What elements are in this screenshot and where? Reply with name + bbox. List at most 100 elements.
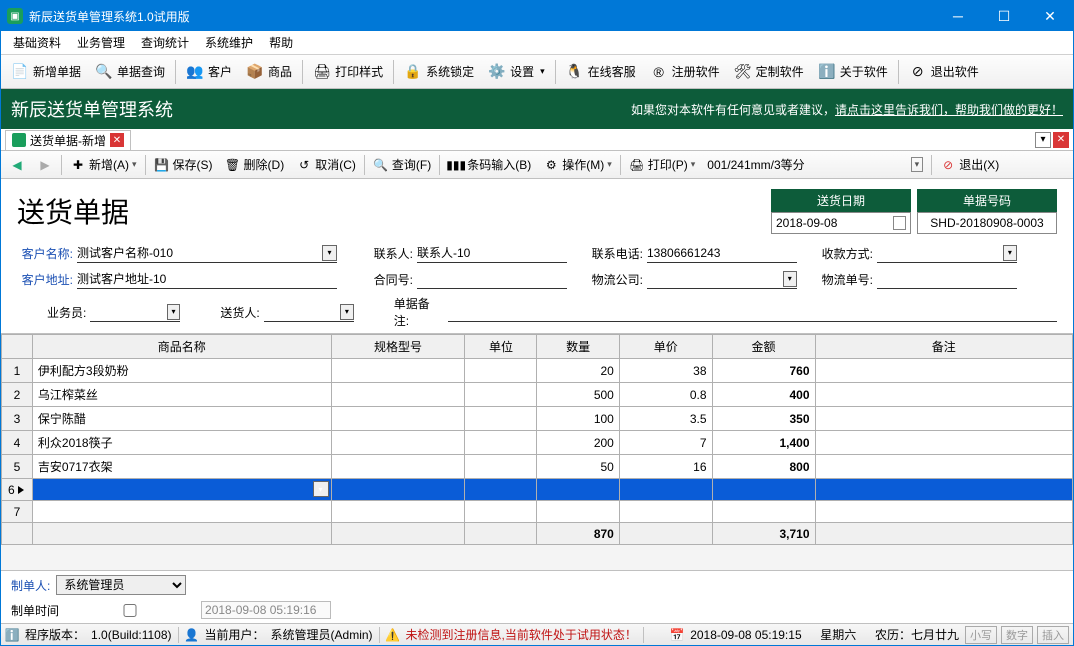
feedback-link[interactable]: 请点击这里告诉我们，帮助我们做的更好！ [835,103,1063,117]
user-value: 系统管理员(Admin) [271,626,373,643]
menu-item-0[interactable]: 基础资料 [5,32,69,53]
tb-label: 系统锁定 [426,63,474,80]
contract-input[interactable] [417,272,567,286]
nav-forward-button[interactable]: ▶ [33,155,57,175]
trackno-input[interactable] [877,272,1017,286]
form-area: 送货单据 送货日期 单据号码 SHD-20180908-0003 客户名称: ▾… [1,179,1073,334]
phone-input[interactable] [647,246,797,260]
toolbar-关于软件[interactable]: ℹ️关于软件 [812,59,894,85]
toolbar-商品[interactable]: 📦商品 [240,59,298,85]
save-button[interactable]: 💾保存(S) [150,154,217,175]
col-header[interactable]: 金额 [712,335,815,359]
tb-icon: 📦 [246,63,264,81]
menu-item-1[interactable]: 业务管理 [69,32,133,53]
tab-delivery-new[interactable]: 送货单据-新增 ✕ [5,130,131,150]
version-value: 1.0(Build:1108) [91,628,172,642]
table-row[interactable]: 1伊利配方3段奶粉2038760 [2,359,1073,383]
user-icon: 👤 [185,628,199,642]
toolbar-定制软件[interactable]: 🛠定制软件 [728,59,810,85]
col-header[interactable]: 单价 [619,335,712,359]
deliverer-dropdown-icon[interactable]: ▾ [340,304,354,320]
print-button[interactable]: 🖨打印(P)▾ [625,154,700,175]
toolbar-客户[interactable]: 👥客户 [180,59,238,85]
toolbar-系统锁定[interactable]: 🔒系统锁定 [398,59,480,85]
exit-label: 退出(X) [959,156,999,173]
menu-item-2[interactable]: 查询统计 [133,32,197,53]
contact-label: 联系人: [337,245,417,262]
logistics-input[interactable] [647,272,781,286]
note-input[interactable] [448,305,1057,319]
cancel-label: 取消(C) [315,156,356,173]
minimize-button[interactable]: ─ [935,1,981,31]
close-button[interactable]: ✕ [1027,1,1073,31]
maketime-checkbox[interactable] [65,604,195,617]
logistics-dropdown-icon[interactable]: ▾ [783,271,797,287]
status-bar: ℹ️ 程序版本： 1.0(Build:1108) 👤 当前用户： 系统管理员(A… [1,623,1073,645]
pay-input[interactable] [877,246,1001,260]
new-label: 新增(A) [89,156,129,173]
toolbar-设置[interactable]: ⚙️设置▾ [482,59,551,85]
deliverer-input[interactable] [264,305,338,319]
delivery-date-box: 送货日期 [771,189,911,234]
items-table[interactable]: 商品名称规格型号单位数量单价金额备注 1伊利配方3段奶粉20387602乌江榨菜… [1,334,1073,545]
tb-label: 注册软件 [672,63,720,80]
address-input[interactable] [77,272,337,286]
maker-select[interactable]: 系统管理员 [56,575,186,595]
menu-item-3[interactable]: 系统维护 [197,32,261,53]
col-header[interactable]: 单位 [465,335,537,359]
table-row-active[interactable]: 6 ▾ [2,479,1073,501]
save-label: 保存(S) [173,156,213,173]
cancel-button[interactable]: ↺取消(C) [292,154,360,175]
new-button[interactable]: ✚新增(A)▾ [66,154,141,175]
customer-dropdown-icon[interactable]: ▾ [322,245,337,261]
tb-icon: ℹ️ [818,63,836,81]
contact-input[interactable] [417,246,567,260]
system-name: 新辰送货单管理系统 [11,96,631,122]
tab-closeall-button[interactable]: ✕ [1053,132,1069,148]
toolbar-打印样式[interactable]: 🖨打印样式 [307,59,389,85]
tab-strip: 送货单据-新增 ✕ ▾ ✕ [1,129,1073,151]
menu-item-4[interactable]: 帮助 [261,32,301,53]
toolbar-注册软件[interactable]: ®注册软件 [644,59,726,85]
query-button[interactable]: 🔍查询(F) [369,154,435,175]
col-header[interactable]: 商品名称 [32,335,331,359]
user-label: 当前用户： [205,626,265,643]
exit-button[interactable]: ⊘退出(X) [936,154,1003,175]
maximize-button[interactable]: ☐ [981,1,1027,31]
table-row[interactable]: 7 [2,501,1073,523]
deliverer-label: 送货人: [220,304,259,321]
barcode-button[interactable]: ▮▮▮条码输入(B) [444,154,535,175]
tab-close-icon[interactable]: ✕ [110,133,124,147]
delete-button[interactable]: 🗑删除(D) [221,154,289,175]
toolbar-在线客服[interactable]: 🐧在线客服 [560,59,642,85]
calendar-icon[interactable] [893,216,906,230]
footer-maker: 制单人: 系统管理员 [1,570,1073,599]
toolbar-退出软件[interactable]: ⊘退出软件 [903,59,985,85]
exit-icon: ⊘ [940,157,956,173]
customer-input[interactable] [77,246,320,260]
col-header[interactable]: 数量 [537,335,619,359]
tab-dropdown-button[interactable]: ▾ [1035,132,1051,148]
delivery-date-input[interactable] [776,216,893,230]
operate-button[interactable]: ⚙操作(M)▾ [539,154,616,175]
toolbar-单据查询[interactable]: 🔍单据查询 [89,59,171,85]
tb-icon: 🐧 [566,63,584,81]
sales-dropdown-icon[interactable]: ▾ [167,304,181,320]
sales-input[interactable] [90,305,164,319]
tb-icon: 🔍 [95,63,113,81]
maketime-input[interactable] [201,601,331,619]
col-header[interactable]: 规格型号 [331,335,465,359]
cell-dropdown-icon[interactable]: ▾ [313,481,329,497]
table-row[interactable]: 2乌江榨菜丝5000.8400 [2,383,1073,407]
pay-dropdown-icon[interactable]: ▾ [1003,245,1017,261]
table-row[interactable]: 4利众2018筷子20071,400 [2,431,1073,455]
table-row[interactable]: 3保宁陈醋1003.5350 [2,407,1073,431]
tb-label: 退出软件 [931,63,979,80]
col-header[interactable]: 备注 [815,335,1073,359]
status-indicator: 数字 [1001,626,1033,644]
print-spec-select[interactable]: 001/241mm/3等分▾ [703,154,927,175]
nav-back-button[interactable]: ◀ [5,155,29,175]
toolbar-新增单据[interactable]: 📄新增单据 [5,59,87,85]
customer-label: 客户名称: [17,245,77,262]
table-row[interactable]: 5吉安0717衣架5016800 [2,455,1073,479]
